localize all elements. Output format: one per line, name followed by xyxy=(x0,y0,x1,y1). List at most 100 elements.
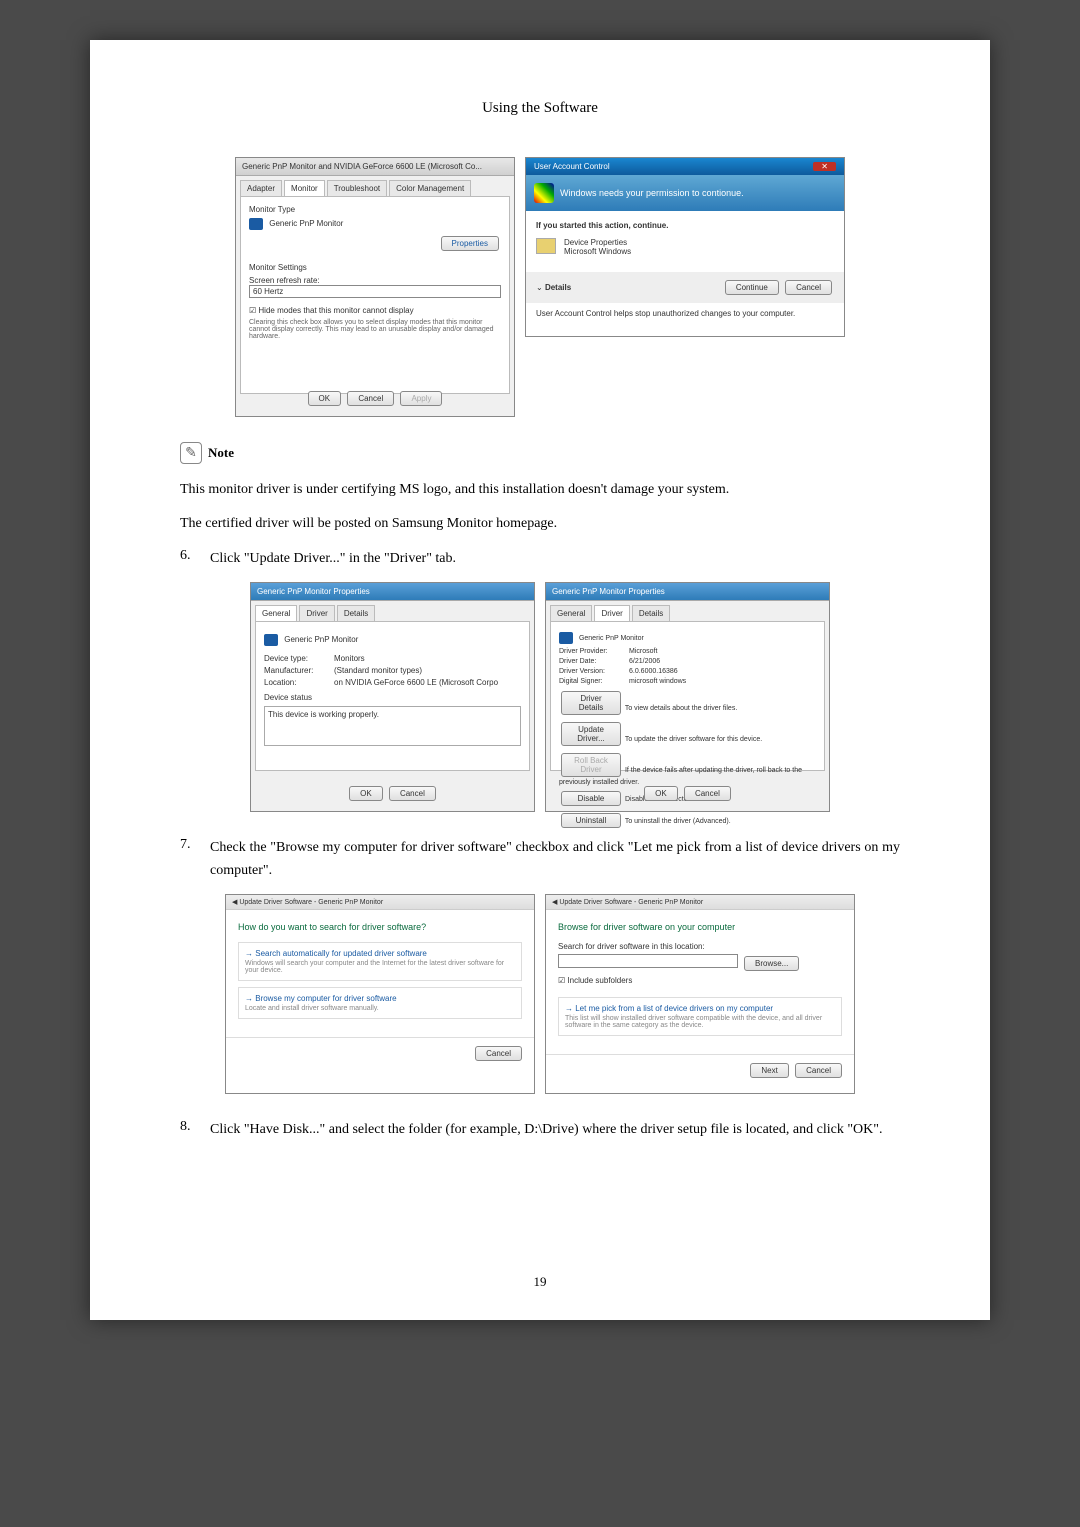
checkbox-icon[interactable]: ☑ xyxy=(249,306,258,315)
details-label[interactable]: Details xyxy=(545,283,571,292)
cancel-button[interactable]: Cancel xyxy=(785,280,832,295)
signer-label: Digital Signer: xyxy=(559,678,629,685)
step-text: Click "Have Disk..." and select the fold… xyxy=(210,1119,900,1141)
tabs: Adapter Monitor Troubleshoot Color Manag… xyxy=(236,176,514,196)
tab-details[interactable]: Details xyxy=(337,605,375,621)
apply-button[interactable]: Apply xyxy=(400,391,442,406)
continue-button[interactable]: Continue xyxy=(725,280,779,295)
wizard-header: Browse for driver software on your compu… xyxy=(558,922,842,932)
wizard-browse-screenshot: ◀ Update Driver Software - Generic PnP M… xyxy=(545,894,855,1094)
option-auto-search[interactable]: → Search automatically for updated drive… xyxy=(238,942,522,981)
uninstall-button[interactable]: Uninstall xyxy=(561,813,621,828)
location-value: on NVIDIA GeForce 6600 LE (Microsoft Cor… xyxy=(334,678,498,687)
step-text: Click "Update Driver..." in the "Driver"… xyxy=(210,548,900,570)
refresh-rate-label: Screen refresh rate: xyxy=(249,276,501,285)
rollback-button[interactable]: Roll Back Driver xyxy=(561,753,621,777)
cancel-button[interactable]: Cancel xyxy=(389,786,436,801)
ok-button[interactable]: OK xyxy=(644,786,678,801)
screenshot-row-1: Generic PnP Monitor and NVIDIA GeForce 6… xyxy=(180,157,900,417)
tab-details[interactable]: Details xyxy=(632,605,670,621)
cancel-button[interactable]: Cancel xyxy=(795,1063,842,1078)
properties-button[interactable]: Properties xyxy=(441,236,499,251)
microsoft-windows-label: Microsoft Windows xyxy=(564,247,631,256)
uac-started-text: If you started this action, continue. xyxy=(536,221,834,230)
page-number: 19 xyxy=(90,1274,990,1290)
refresh-rate-dropdown[interactable]: 60 Hertz xyxy=(249,285,501,298)
wizard-footer: Next Cancel xyxy=(546,1054,854,1086)
tab-general[interactable]: General xyxy=(550,605,592,621)
update-desc: To update the driver software for this d… xyxy=(625,736,762,743)
location-label: Location: xyxy=(264,678,334,687)
uac-title-text: User Account Control xyxy=(534,162,610,171)
tab-troubleshoot[interactable]: Troubleshoot xyxy=(327,180,387,196)
page: Using the Software Generic PnP Monitor a… xyxy=(90,40,990,1320)
step-8: 8. Click "Have Disk..." and select the f… xyxy=(180,1119,900,1141)
search-location-label: Search for driver software in this locat… xyxy=(558,942,842,951)
close-icon[interactable]: ✕ xyxy=(813,162,836,171)
uac-help-text: User Account Control helps stop unauthor… xyxy=(526,303,844,324)
version-value: 6.0.6000.16386 xyxy=(629,668,678,675)
provider-label: Driver Provider: xyxy=(559,648,629,655)
tab-content: Generic PnP Monitor Driver Provider:Micr… xyxy=(550,621,825,771)
tabs: General Driver Details xyxy=(251,601,534,621)
driver-props-screenshot: Generic PnP Monitor Properties General D… xyxy=(545,582,830,812)
hide-modes-desc: Clearing this check box allows you to se… xyxy=(249,319,501,340)
include-subfolders-label: Include subfolders xyxy=(567,976,632,985)
note-text-1: This monitor driver is under certifying … xyxy=(180,479,900,501)
update-driver-button[interactable]: Update Driver... xyxy=(561,722,621,746)
location-dropdown[interactable] xyxy=(558,954,738,968)
wizard-title: ◀ Update Driver Software - Generic PnP M… xyxy=(546,895,854,910)
uac-banner-text: Windows needs your permission to contion… xyxy=(560,188,744,198)
note-text-2: The certified driver will be posted on S… xyxy=(180,513,900,535)
uac-title-bar: User Account Control ✕ xyxy=(526,158,844,175)
tab-general[interactable]: General xyxy=(255,605,297,621)
tab-driver[interactable]: Driver xyxy=(594,605,629,621)
driver-details-button[interactable]: Driver Details xyxy=(561,691,621,715)
hide-modes-checkbox-label: Hide modes that this monitor cannot disp… xyxy=(258,306,413,315)
cancel-button[interactable]: Cancel xyxy=(475,1046,522,1061)
uac-body: If you started this action, continue. De… xyxy=(526,211,844,272)
step-7: 7. Check the "Browse my computer for dri… xyxy=(180,837,900,882)
manufacturer-value: (Standard monitor types) xyxy=(334,666,422,675)
manufacturer-label: Manufacturer: xyxy=(264,666,334,675)
tab-adapter[interactable]: Adapter xyxy=(240,180,282,196)
uninstall-desc: To uninstall the driver (Advanced). xyxy=(625,818,731,825)
option-let-me-pick[interactable]: → Let me pick from a list of device driv… xyxy=(558,997,842,1036)
cancel-button[interactable]: Cancel xyxy=(347,391,394,406)
provider-value: Microsoft xyxy=(629,648,657,655)
tab-content: Monitor Type Generic PnP Monitor Propert… xyxy=(240,196,510,394)
browse-button[interactable]: Browse... xyxy=(744,956,799,971)
monitor-icon xyxy=(249,218,263,230)
next-button[interactable]: Next xyxy=(750,1063,788,1078)
monitor-name: Generic PnP Monitor xyxy=(269,219,343,228)
ok-button[interactable]: OK xyxy=(349,786,383,801)
uac-screenshot: User Account Control ✕ Windows needs you… xyxy=(525,157,845,337)
monitor-name: Generic PnP Monitor xyxy=(579,635,644,642)
step-number: 7. xyxy=(180,837,210,882)
step-number: 8. xyxy=(180,1119,210,1141)
uac-footer: ⌄ Details Continue Cancel xyxy=(526,272,844,303)
status-textarea: This device is working properly. xyxy=(264,706,521,746)
ok-button[interactable]: OK xyxy=(308,391,342,406)
cancel-button[interactable]: Cancel xyxy=(684,786,731,801)
wizard-content: Browse for driver software on your compu… xyxy=(546,910,854,1054)
tab-monitor[interactable]: Monitor xyxy=(284,180,325,196)
date-label: Driver Date: xyxy=(559,658,629,665)
option-browse-computer[interactable]: → Browse my computer for driver software… xyxy=(238,987,522,1019)
tab-driver[interactable]: Driver xyxy=(299,605,334,621)
tab-color[interactable]: Color Management xyxy=(389,180,471,196)
uac-banner: Windows needs your permission to contion… xyxy=(526,175,844,211)
step-number: 6. xyxy=(180,548,210,570)
wizard-footer: Cancel xyxy=(226,1037,534,1069)
version-label: Driver Version: xyxy=(559,668,629,675)
monitor-settings-label: Monitor Settings xyxy=(249,263,501,272)
chevron-down-icon[interactable]: ⌄ xyxy=(536,283,545,292)
window-title: Generic PnP Monitor Properties xyxy=(251,583,534,601)
device-properties-label: Device Properties xyxy=(564,238,631,247)
checkbox-icon[interactable]: ☑ xyxy=(558,976,567,985)
section-header: Using the Software xyxy=(180,100,900,117)
monitor-properties-screenshot: Generic PnP Monitor and NVIDIA GeForce 6… xyxy=(235,157,515,417)
details-desc: To view details about the driver files. xyxy=(625,705,737,712)
monitor-icon xyxy=(264,634,278,646)
device-type-value: Monitors xyxy=(334,654,365,663)
